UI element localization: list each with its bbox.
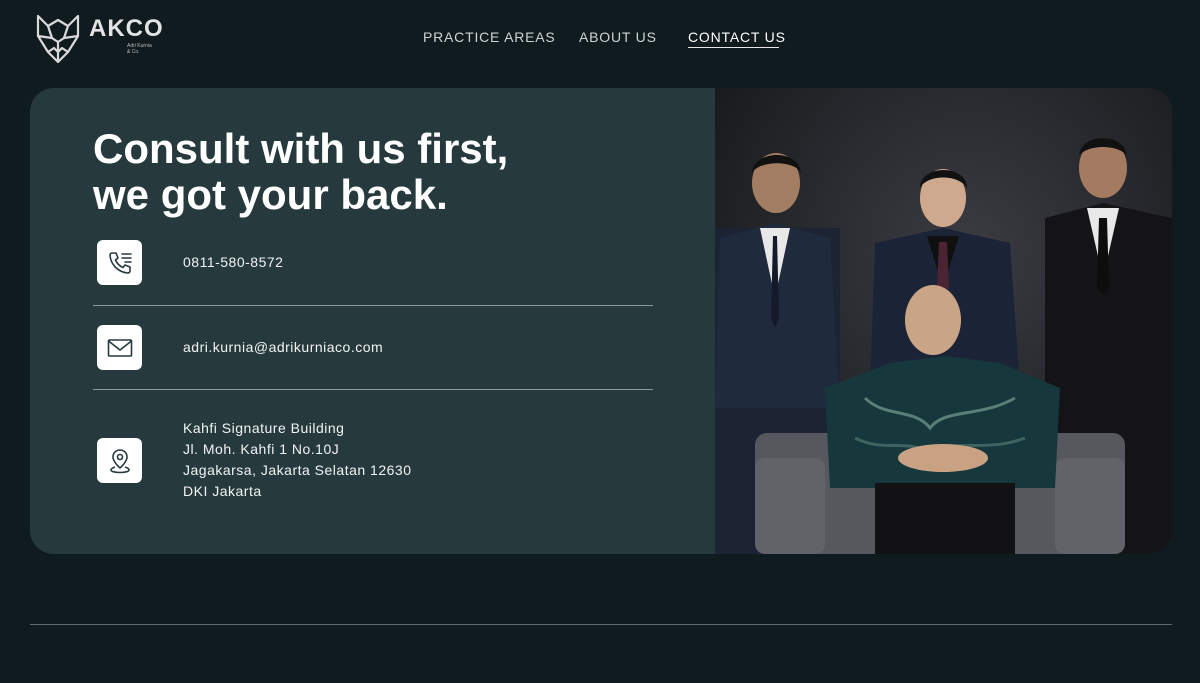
page-title-line-2: we got your back. [93, 171, 448, 218]
team-photo-illustration [715, 88, 1172, 554]
contact-card: Consult with us first, we got your back.… [30, 88, 1172, 554]
divider [93, 305, 653, 306]
footer-divider [30, 624, 1172, 625]
phone-icon [97, 240, 142, 285]
site-header: AKCO Adri Kurnia & Co. PRACTICE AREAS AB… [0, 0, 1200, 80]
address-row: Kahfi Signature Building Jl. Moh. Kahfi … [93, 418, 653, 502]
address-line: Kahfi Signature Building [183, 420, 345, 436]
email-row: adri.kurnia@adrikurniaco.com [93, 325, 653, 370]
address-line: DKI Jakarta [183, 483, 262, 499]
location-pin-icon [97, 438, 142, 483]
nav-contact-us[interactable]: CONTACT US [688, 29, 786, 45]
page-title-line-1: Consult with us first, [93, 125, 509, 172]
contact-panel: Consult with us first, we got your back.… [30, 88, 715, 554]
divider [93, 389, 653, 390]
email-address[interactable]: adri.kurnia@adrikurniaco.com [183, 337, 383, 358]
brand-subline-2: & Co. [127, 49, 140, 55]
phone-row: 0811-580-8572 [93, 240, 653, 285]
team-photo [715, 88, 1172, 554]
office-address[interactable]: Kahfi Signature Building Jl. Moh. Kahfi … [183, 418, 411, 502]
mail-icon [97, 325, 142, 370]
address-line: Jl. Moh. Kahfi 1 No.10J [183, 441, 340, 457]
active-nav-underline [688, 47, 779, 48]
address-line: Jagakarsa, Jakarta Selatan 12630 [183, 462, 412, 478]
nav-practice-areas[interactable]: PRACTICE AREAS [423, 29, 556, 45]
nav-about-us[interactable]: ABOUT US [579, 29, 657, 45]
main-nav: PRACTICE AREAS ABOUT US CONTACT US [0, 29, 1200, 49]
phone-number[interactable]: 0811-580-8572 [183, 252, 283, 273]
page-title: Consult with us first, we got your back. [93, 126, 653, 218]
